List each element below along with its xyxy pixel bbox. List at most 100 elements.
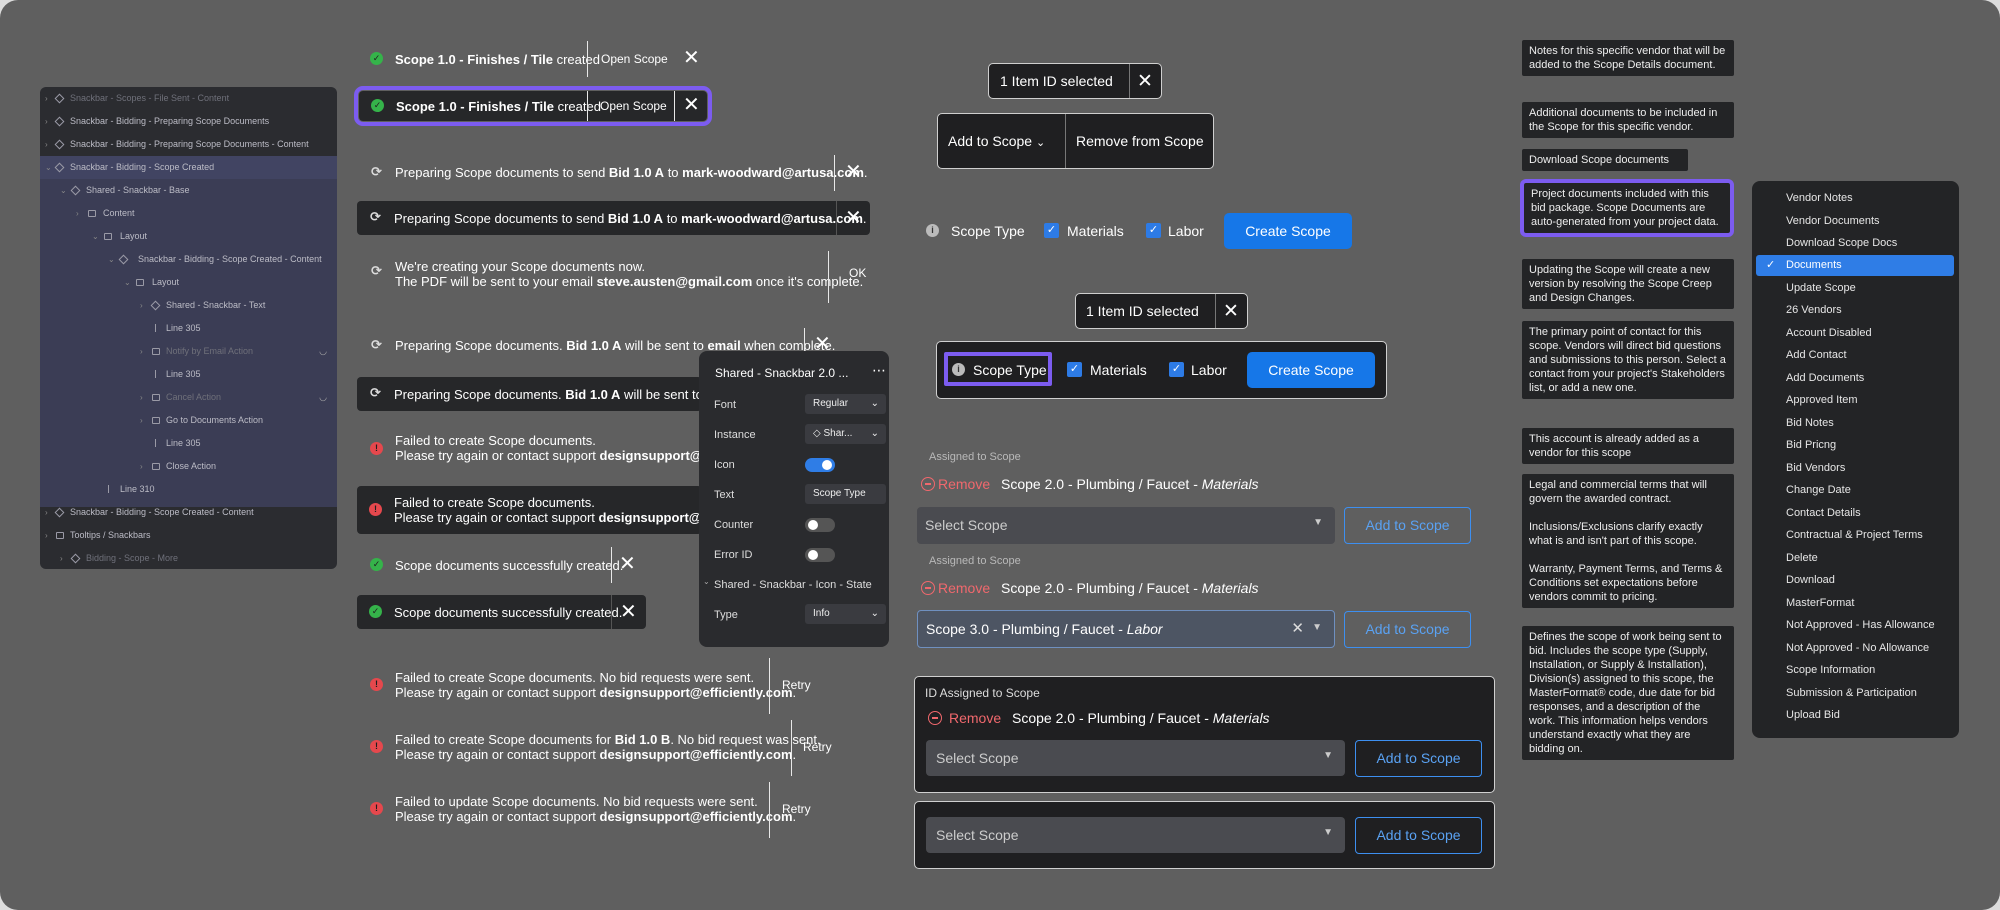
retry-button[interactable]: Retry (803, 740, 832, 754)
menu-item[interactable]: Upload Bid (1756, 705, 1954, 726)
layer-row[interactable]: ⌄ Shared - Snackbar - Base (40, 179, 337, 202)
layer-row[interactable]: › Bidding - Scope - More (40, 547, 337, 569)
materials-checkbox[interactable]: ✓ (1067, 362, 1082, 377)
create-scope-button[interactable]: Create Scope (1247, 352, 1375, 388)
type-value: Info (813, 608, 830, 619)
add-to-scope-button[interactable]: Add to Scope (1344, 507, 1471, 544)
close-icon[interactable]: ✕ (1223, 300, 1239, 323)
layer-row[interactable]: › Cancel Action ◡ (40, 386, 337, 409)
close-icon[interactable]: ✕ (683, 95, 700, 115)
counter-toggle[interactable] (805, 518, 835, 532)
instance-select[interactable]: ◇ Shar... ⌄ (805, 424, 886, 444)
instance-label: Instance (714, 429, 756, 441)
add-to-scope-button[interactable]: Add to Scope (1355, 817, 1482, 854)
error-id-toggle[interactable] (805, 548, 835, 562)
close-icon[interactable]: ✕ (1137, 70, 1153, 93)
type-select[interactable]: Info ⌄ (805, 604, 886, 624)
menu-item[interactable]: Add Documents (1756, 368, 1954, 389)
layer-row[interactable]: Line 310 (40, 478, 337, 501)
layer-row[interactable]: › Snackbar - Bidding - Preparing Scope Do… (40, 110, 337, 133)
menu-item[interactable]: Bid Pricng (1756, 435, 1954, 456)
hidden-eye-icon[interactable]: ◡ (319, 386, 327, 409)
add-to-scope-dropdown[interactable]: Add to Scope ⌄ (948, 133, 1045, 149)
error-icon: ! (370, 442, 383, 455)
retry-button[interactable]: Retry (782, 678, 811, 692)
remove-circle-icon[interactable] (928, 711, 942, 725)
materials-checkbox[interactable]: ✓ (1044, 223, 1059, 238)
scope-type-panel: i Scope Type ✓ Materials ✓ Labor Create … (936, 341, 1387, 399)
chevron-down-icon[interactable]: ⌄ (703, 577, 710, 586)
close-icon[interactable]: ✕ (620, 602, 637, 622)
close-icon[interactable]: ✕ (845, 208, 862, 228)
retry-button[interactable]: Retry (782, 802, 811, 816)
menu-item[interactable]: Not Approved - Has Allowance (1756, 615, 1954, 636)
hidden-eye-icon[interactable]: ◡ (319, 340, 327, 363)
layer-row[interactable]: Line 305 (40, 432, 337, 455)
close-icon[interactable]: ✕ (683, 48, 700, 68)
select-scope-dropdown[interactable]: Select Scope ▼ (926, 817, 1345, 853)
labor-checkbox[interactable]: ✓ (1146, 223, 1161, 238)
menu-item[interactable]: Download (1756, 570, 1954, 591)
layer-row[interactable]: › Snackbar - Bidding - Preparing Scope Do… (40, 133, 337, 156)
select-scope-panel: Select Scope ▼ Add to Scope (914, 801, 1495, 869)
layer-row[interactable]: › Shared - Snackbar - Text (40, 294, 337, 317)
remove-circle-icon[interactable] (921, 477, 935, 491)
menu-item[interactable]: Change Date (1756, 480, 1954, 501)
menu-item[interactable]: 26 Vendors (1756, 300, 1954, 321)
menu-item[interactable]: Scope Information (1756, 660, 1954, 681)
ok-button[interactable]: OK (849, 266, 866, 280)
open-scope-button[interactable]: Open Scope (600, 99, 667, 113)
menu-item[interactable]: Contractual & Project Terms (1756, 525, 1954, 546)
menu-item[interactable]: Vendor Documents (1756, 211, 1954, 232)
menu-item[interactable]: Delete (1756, 548, 1954, 569)
remove-circle-icon[interactable] (921, 581, 935, 595)
layer-row[interactable]: Line 305 (40, 363, 337, 386)
text-field[interactable]: Scope Type (805, 484, 886, 504)
layer-row[interactable]: › Notify by Email Action ◡ (40, 340, 337, 363)
icon-toggle[interactable] (805, 458, 835, 472)
menu-item[interactable]: Account Disabled (1756, 323, 1954, 344)
menu-item[interactable]: Vendor Notes (1756, 188, 1954, 209)
menu-item[interactable]: Not Approved - No Allowance (1756, 638, 1954, 659)
layer-row[interactable]: Line 305 (40, 317, 337, 340)
remove-link[interactable]: Remove (949, 710, 1001, 726)
layer-row[interactable]: › Go to Documents Action (40, 409, 337, 432)
layer-row[interactable]: › Snackbar - Bidding - Scope Created - Co… (40, 501, 337, 524)
layer-row-selected[interactable]: ⌄ Snackbar - Bidding - Scope Created (40, 156, 337, 179)
add-to-scope-button[interactable]: Add to Scope (1344, 611, 1471, 648)
layer-row[interactable]: ⌄ Snackbar - Bidding - Scope Created - Co… (40, 248, 337, 271)
open-scope-button[interactable]: Open Scope (601, 52, 668, 66)
layer-row[interactable]: ⌄ Layout (40, 225, 337, 248)
caret-down-icon: ▼ (1323, 750, 1333, 761)
close-icon[interactable]: ✕ (619, 554, 636, 574)
labor-checkbox[interactable]: ✓ (1169, 362, 1184, 377)
menu-item[interactable]: Bid Notes (1756, 413, 1954, 434)
menu-item[interactable]: Approved Item (1756, 390, 1954, 411)
select-scope-dropdown[interactable]: Select Scope ▼ (917, 507, 1335, 544)
menu-item[interactable]: Submission & Participation (1756, 683, 1954, 704)
selection-count: 1 Item ID selected (1000, 73, 1113, 89)
layer-row[interactable]: › Close Action (40, 455, 337, 478)
clear-icon[interactable]: ✕ (1291, 619, 1304, 637)
menu-item[interactable]: Bid Vendors (1756, 458, 1954, 479)
remove-link[interactable]: Remove (938, 476, 990, 492)
add-to-scope-button[interactable]: Add to Scope (1355, 740, 1482, 777)
menu-item-selected[interactable]: ✓ Documents (1756, 255, 1954, 276)
close-icon[interactable]: ✕ (845, 162, 862, 182)
font-select[interactable]: Regular ⌄ (805, 394, 886, 414)
more-icon[interactable]: ⋯ (872, 362, 886, 379)
layer-row[interactable]: › Content (40, 202, 337, 225)
select-scope-dropdown[interactable]: Select Scope ▼ (926, 740, 1345, 776)
menu-item[interactable]: MasterFormat (1756, 593, 1954, 614)
menu-item[interactable]: Contact Details (1756, 503, 1954, 524)
create-scope-button[interactable]: Create Scope (1224, 213, 1352, 249)
layer-row[interactable]: › Tooltips / Snackbars (40, 524, 337, 547)
menu-item[interactable]: Update Scope (1756, 278, 1954, 299)
layer-row[interactable]: › Snackbar - Scopes - File Sent - Content (40, 87, 337, 110)
menu-item[interactable]: Add Contact (1756, 345, 1954, 366)
remove-link[interactable]: Remove (938, 580, 990, 596)
remove-from-scope-button[interactable]: Remove from Scope (1076, 133, 1204, 149)
menu-item[interactable]: Download Scope Docs (1756, 233, 1954, 254)
layer-row[interactable]: ⌄ Layout (40, 271, 337, 294)
select-scope-dropdown-filled[interactable]: Scope 3.0 - Plumbing / Faucet - Labor ✕ … (917, 610, 1335, 648)
